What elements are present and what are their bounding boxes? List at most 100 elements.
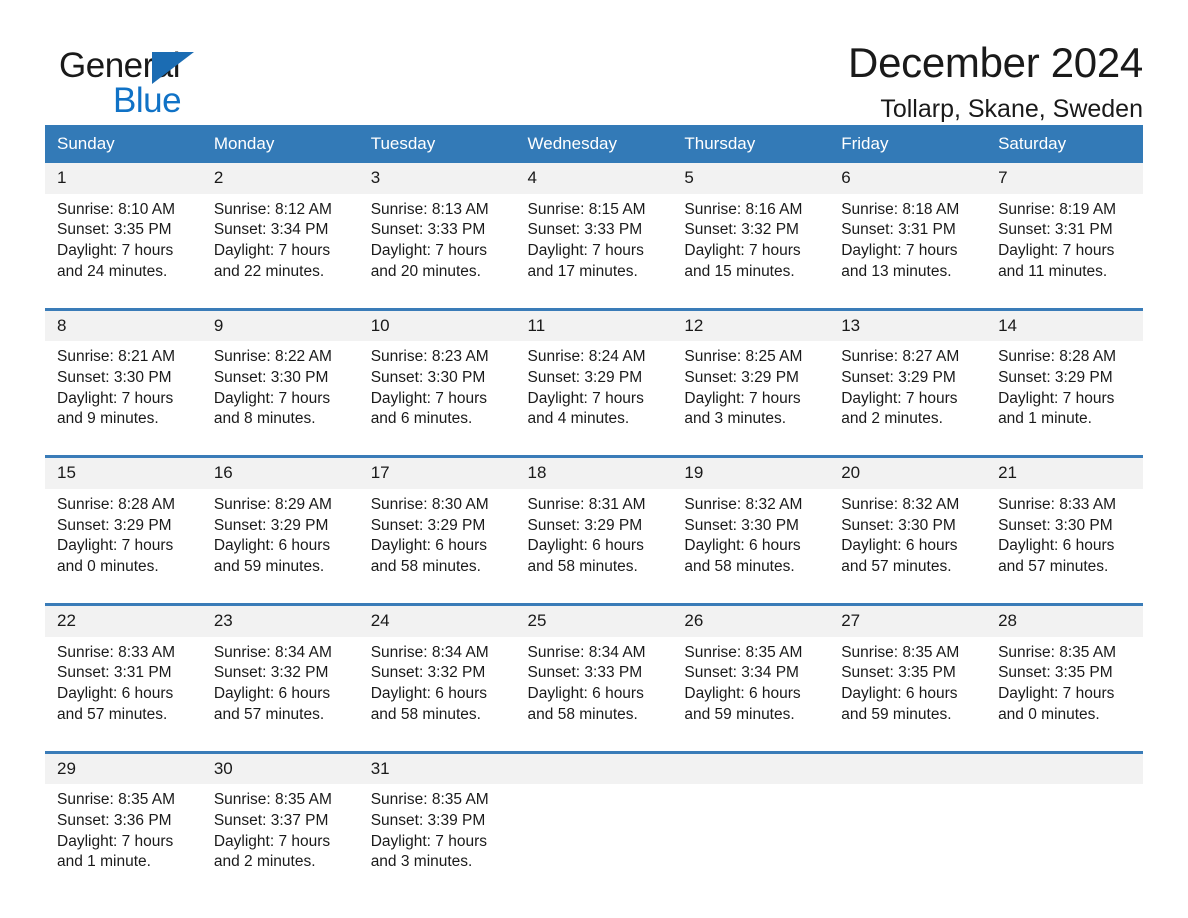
day-number-row: 22 23 24 25 26 27 28 (45, 603, 1143, 637)
day-cell-empty (829, 784, 986, 898)
daylight-text-line1: Daylight: 7 hours (370, 832, 487, 850)
daylight-text-line1: Daylight: 6 hours (998, 537, 1115, 555)
sunrise-text: Sunrise: 8:25 AM (684, 348, 803, 366)
sunset-text: Sunset: 3:35 PM (998, 664, 1113, 682)
sunrise-text: Sunrise: 8:18 AM (841, 200, 960, 218)
daylight-text-line1: Daylight: 7 hours (213, 389, 331, 407)
day-cell: Sunrise: 8:29 AM Sunset: 3:29 PM Dayligh… (202, 489, 359, 605)
daylight-text-line1: Daylight: 7 hours (527, 389, 644, 407)
daylight-text-line1: Daylight: 6 hours (57, 684, 174, 702)
sunset-text: Sunset: 3:35 PM (841, 664, 956, 682)
daylight-text-line1: Daylight: 6 hours (684, 537, 801, 555)
day-number: 17 (358, 455, 516, 490)
daylight-text-line1: Daylight: 7 hours (998, 684, 1115, 702)
daylight-text-line2: and 8 minutes. (213, 410, 316, 428)
day-number: 6 (829, 163, 987, 194)
generalblue-logo: General Blue (45, 38, 305, 118)
daylight-text-line1: Daylight: 6 hours (527, 684, 644, 702)
daylight-text-line1: Daylight: 7 hours (57, 537, 174, 555)
sunrise-text: Sunrise: 8:28 AM (998, 348, 1117, 366)
daylight-text-line2: and 4 minutes. (527, 410, 630, 428)
day-number-row: 1 2 3 4 5 6 7 (45, 163, 1143, 194)
daylight-text-line2: and 57 minutes. (998, 557, 1109, 575)
sunset-text: Sunset: 3:30 PM (841, 516, 956, 534)
day-number: 25 (515, 603, 673, 637)
daylight-text-line2: and 6 minutes. (370, 410, 473, 428)
day-cell-empty (672, 784, 829, 898)
day-cell: Sunrise: 8:22 AM Sunset: 3:30 PM Dayligh… (202, 341, 359, 457)
weekday-friday: Friday (829, 125, 987, 163)
daylight-text-line2: and 15 minutes. (684, 262, 795, 280)
sunset-text: Sunset: 3:39 PM (370, 812, 486, 830)
sunset-text: Sunset: 3:34 PM (213, 221, 329, 239)
sunrise-text: Sunrise: 8:34 AM (213, 643, 332, 661)
day-cell: Sunrise: 8:28 AM Sunset: 3:29 PM Dayligh… (45, 489, 202, 605)
sunset-text: Sunset: 3:30 PM (684, 516, 799, 534)
daylight-text-line2: and 59 minutes. (684, 705, 795, 723)
day-cell: Sunrise: 8:35 AM Sunset: 3:39 PM Dayligh… (359, 784, 516, 898)
day-number-row: 29 30 31 (45, 750, 1143, 785)
daylight-text-line2: and 58 minutes. (370, 557, 481, 575)
sunrise-text: Sunrise: 8:10 AM (57, 200, 176, 218)
day-number: 27 (829, 603, 987, 637)
sunrise-text: Sunrise: 8:15 AM (527, 200, 646, 218)
day-cell: Sunrise: 8:34 AM Sunset: 3:32 PM Dayligh… (202, 637, 359, 753)
weekday-sunday: Sunday (45, 125, 202, 163)
daylight-text-line1: Daylight: 7 hours (57, 389, 174, 407)
daylight-text-line1: Daylight: 7 hours (841, 241, 958, 259)
day-number: 31 (358, 750, 516, 785)
day-number-empty (986, 750, 1143, 785)
sunrise-text: Sunrise: 8:32 AM (684, 496, 803, 514)
daylight-text-line1: Daylight: 7 hours (527, 241, 644, 259)
day-number: 18 (515, 455, 673, 490)
sunset-text: Sunset: 3:32 PM (370, 664, 486, 682)
daylight-text-line2: and 1 minute. (998, 410, 1092, 428)
day-cell: Sunrise: 8:32 AM Sunset: 3:30 PM Dayligh… (672, 489, 829, 605)
sunset-text: Sunset: 3:34 PM (684, 664, 799, 682)
page-subtitle: Tollarp, Skane, Sweden (880, 95, 1143, 124)
sunset-text: Sunset: 3:30 PM (370, 368, 486, 386)
day-number: 1 (45, 163, 202, 194)
sunrise-text: Sunrise: 8:31 AM (527, 496, 646, 514)
title-block: December 2024 Tollarp, Skane, Sweden (848, 38, 1143, 129)
daylight-text-line2: and 13 minutes. (841, 262, 952, 280)
sunset-text: Sunset: 3:36 PM (57, 812, 172, 830)
day-number: 10 (358, 307, 516, 342)
sunset-text: Sunset: 3:32 PM (213, 664, 329, 682)
daylight-text-line2: and 2 minutes. (213, 853, 316, 871)
sunrise-text: Sunrise: 8:28 AM (57, 496, 176, 514)
sunrise-text: Sunrise: 8:35 AM (684, 643, 803, 661)
calendar-page: General Blue December 2024 Tollarp, Skan… (0, 0, 1188, 918)
day-cell: Sunrise: 8:33 AM Sunset: 3:31 PM Dayligh… (45, 637, 202, 753)
day-cell: Sunrise: 8:28 AM Sunset: 3:29 PM Dayligh… (986, 341, 1143, 457)
day-cell: Sunrise: 8:24 AM Sunset: 3:29 PM Dayligh… (516, 341, 673, 457)
sunset-text: Sunset: 3:29 PM (841, 368, 956, 386)
daylight-text-line2: and 1 minute. (57, 853, 151, 871)
day-number: 20 (829, 455, 987, 490)
sunrise-text: Sunrise: 8:35 AM (213, 791, 332, 809)
sunset-text: Sunset: 3:29 PM (527, 368, 643, 386)
daylight-text-line2: and 58 minutes. (370, 705, 481, 723)
day-cell: Sunrise: 8:35 AM Sunset: 3:36 PM Dayligh… (45, 784, 202, 898)
daylight-text-line1: Daylight: 7 hours (998, 241, 1115, 259)
day-cell: Sunrise: 8:27 AM Sunset: 3:29 PM Dayligh… (829, 341, 986, 457)
sunrise-text: Sunrise: 8:19 AM (998, 200, 1117, 218)
sunrise-text: Sunrise: 8:32 AM (841, 496, 960, 514)
day-number: 24 (358, 603, 516, 637)
daylight-text-line2: and 20 minutes. (370, 262, 481, 280)
weekday-saturday: Saturday (986, 125, 1143, 163)
sunset-text: Sunset: 3:29 PM (213, 516, 329, 534)
daylight-text-line2: and 59 minutes. (213, 557, 325, 575)
day-info-row: Sunrise: 8:28 AM Sunset: 3:29 PM Dayligh… (45, 489, 1143, 605)
sunrise-text: Sunrise: 8:16 AM (684, 200, 803, 218)
sunset-text: Sunset: 3:33 PM (370, 221, 486, 239)
day-number: 22 (45, 603, 202, 637)
day-number-row: 8 9 10 11 12 13 14 (45, 307, 1143, 342)
sunrise-text: Sunrise: 8:35 AM (57, 791, 176, 809)
day-number: 19 (672, 455, 830, 490)
day-number: 13 (829, 307, 987, 342)
day-cell: Sunrise: 8:35 AM Sunset: 3:37 PM Dayligh… (202, 784, 359, 898)
day-number: 2 (201, 163, 359, 194)
logo-triangle-icon (152, 52, 194, 84)
day-number: 3 (358, 163, 516, 194)
